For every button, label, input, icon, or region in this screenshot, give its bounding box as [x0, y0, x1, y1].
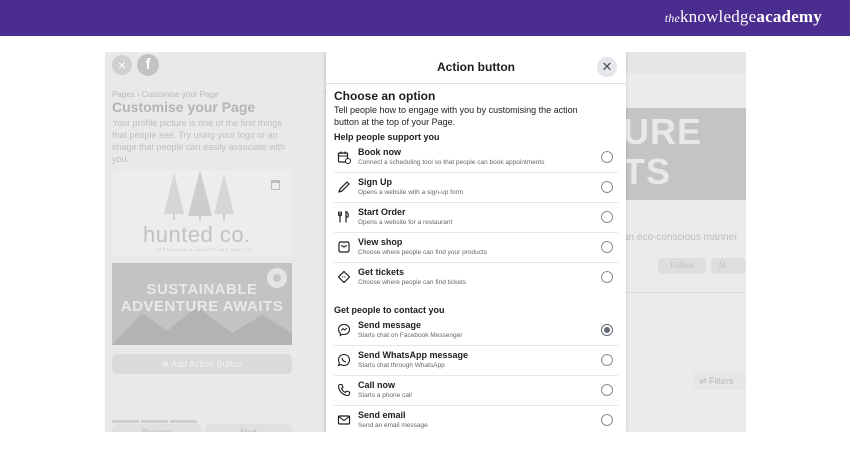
option-description: Starts a phone call [358, 392, 412, 399]
option-label: Get tickets [358, 267, 405, 277]
option-label: Book now [358, 147, 401, 157]
option-view-shop[interactable]: View shop Choose where people can find y… [334, 233, 618, 263]
page-title: Customise your Page [112, 99, 256, 115]
ticket-icon [337, 270, 351, 284]
options-list-contact: Send message Starts chat on Facebook Mes… [334, 316, 618, 432]
option-description: Starts chat through WhatsApp [358, 362, 445, 369]
radio-send-email[interactable] [601, 414, 613, 426]
panel-close-icon[interactable]: × [112, 55, 132, 75]
section-contact: Get people to contact you [334, 305, 445, 315]
option-send-email[interactable]: Send email Send an email message [334, 406, 618, 432]
camera-icon[interactable] [267, 268, 287, 288]
section-help-support: Help people support you [334, 132, 440, 142]
breadcrumb[interactable]: Pages › Customise your Page [112, 90, 218, 99]
option-description: Send an email message [358, 422, 428, 429]
shop-icon [338, 241, 350, 253]
dialog-divider [326, 83, 626, 84]
radio-start-order[interactable] [601, 211, 613, 223]
option-description: Choose where people can find tickets [358, 279, 467, 286]
options-list-support: Book now Connect a scheduling tool so th… [334, 143, 618, 293]
add-action-button[interactable]: ⊕ Add Action Button [112, 354, 292, 374]
radio-book-now[interactable] [601, 151, 613, 163]
preview-description: an eco-conscious manner [623, 232, 738, 243]
cover-photo[interactable]: SUSTAINABLE ADVENTURE AWAITS [112, 263, 292, 345]
trees-logo-icon [164, 170, 234, 221]
preview-follow-button: Follow [658, 258, 706, 274]
option-call-now[interactable]: Call now Starts a phone call [334, 376, 618, 406]
radio-send-message-selected[interactable] [601, 324, 613, 336]
brand-logo: theknowledgeacademy [665, 7, 822, 27]
calendar-icon [337, 151, 351, 164]
facebook-logo-icon: f [137, 54, 159, 76]
next-button[interactable]: Next [205, 424, 292, 432]
preview-divider [623, 292, 746, 293]
utensils-icon [338, 210, 349, 223]
option-send-message[interactable]: Send message Starts chat on Facebook Mes… [334, 316, 618, 346]
brand-suffix: academy [756, 7, 822, 26]
brand-middle: knowledge [679, 7, 757, 26]
option-start-order[interactable]: Start Order Opens a website for a restau… [334, 203, 618, 233]
radio-get-tickets[interactable] [601, 271, 613, 283]
option-description: Connect a scheduling tool so that people… [358, 159, 545, 166]
option-book-now[interactable]: Book now Connect a scheduling tool so th… [334, 143, 618, 173]
whatsapp-icon [337, 353, 351, 367]
logo-text: hunted co. [143, 222, 251, 247]
screenshot-frame: × f Pages › Customise your Page Customis… [105, 52, 746, 432]
filters-button: ⇌ Filters [693, 372, 746, 390]
customise-page-panel: × f Pages › Customise your Page Customis… [105, 52, 323, 432]
option-description: Opens a website for a restaurant [358, 219, 453, 226]
dialog-heading: Choose an option [334, 89, 436, 103]
option-send-whatsapp[interactable]: Send WhatsApp message Starts chat throug… [334, 346, 618, 376]
option-label: Sign Up [358, 177, 392, 187]
radio-sign-up[interactable] [601, 181, 613, 193]
brand-prefix: the [664, 11, 680, 25]
option-description: Opens a website with a sign-up form [358, 189, 464, 196]
dialog-close-button[interactable]: ✕ [597, 57, 617, 77]
option-get-tickets[interactable]: Get tickets Choose where people can find… [334, 263, 618, 293]
option-label: Send message [358, 320, 422, 330]
phone-icon [337, 383, 351, 397]
dialog-title: Action button [437, 60, 515, 74]
action-button-dialog: Action button ✕ Choose an option Tell pe… [326, 52, 626, 432]
option-description: Starts chat on Facebook Messenger [358, 332, 463, 339]
preview-message-button: M [711, 258, 746, 274]
radio-send-whatsapp[interactable] [601, 354, 613, 366]
preview-cover-photo: URE TS [623, 108, 746, 200]
email-icon [337, 415, 351, 425]
filters-label: Filters [709, 376, 734, 386]
pencil-icon [338, 181, 350, 193]
add-action-button-label: Add Action Button [170, 359, 243, 369]
option-label: View shop [358, 237, 403, 247]
previous-button[interactable]: Previous [112, 424, 202, 432]
brand-header-bar: theknowledgeacademy [0, 0, 850, 36]
option-sign-up[interactable]: Sign Up Opens a website with a sign-up f… [334, 173, 618, 203]
preview-cover-text: URE TS [623, 111, 703, 192]
radio-call-now[interactable] [601, 384, 613, 396]
option-label: Call now [358, 380, 396, 390]
option-description: Choose where people can find your produc… [358, 249, 487, 256]
option-label: Start Order [358, 207, 406, 217]
option-label: Send WhatsApp message [358, 350, 469, 360]
option-label: Send email [358, 410, 406, 420]
dialog-body: Choose an option Tell people how to enga… [334, 89, 618, 432]
logo-subtext: SUSTAINABLE ADVENTURE AWAITS [155, 247, 252, 252]
panel-description: Your profile picture is one of the first… [112, 118, 286, 164]
dialog-intro: Tell people how to engage with you by cu… [334, 105, 578, 127]
cover-text: SUSTAINABLE ADVENTURE AWAITS [120, 281, 284, 315]
trash-icon[interactable] [271, 180, 280, 190]
radio-view-shop[interactable] [601, 241, 613, 253]
messenger-icon [337, 323, 351, 337]
